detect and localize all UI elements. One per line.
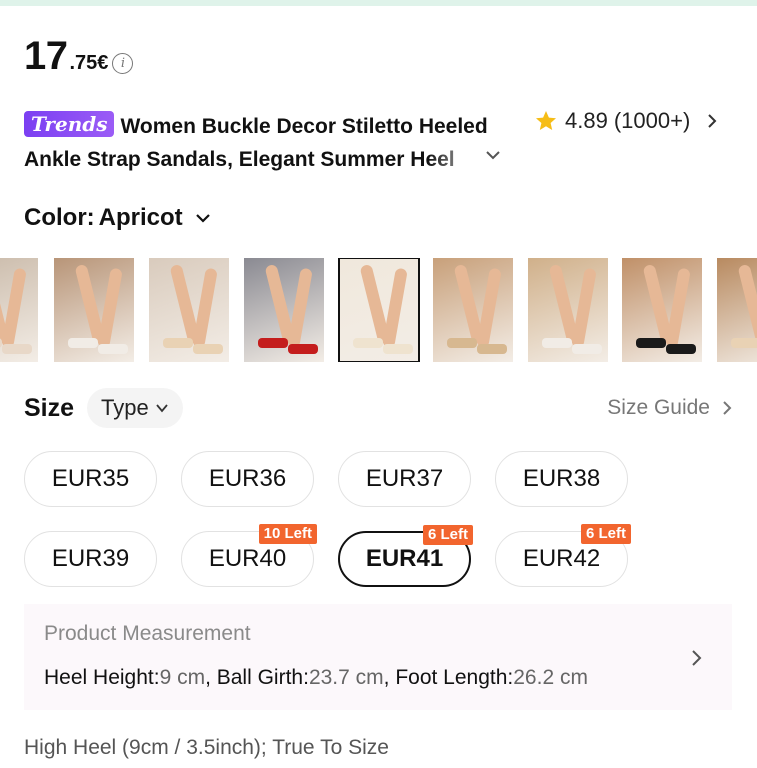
trends-badge: Trends	[24, 111, 115, 137]
chevron-right-icon	[692, 650, 702, 666]
size-option-label: EUR37	[365, 465, 444, 492]
thumb-7[interactable]	[528, 258, 608, 362]
sandal-shape	[68, 338, 98, 348]
size-header: Size Type Size Guide	[24, 388, 734, 428]
size-option-eur42[interactable]: EUR42 6 Left	[495, 524, 631, 587]
size-guide-label: Size Guide	[607, 396, 710, 419]
price-integer: 17	[24, 34, 68, 78]
ball-girth-label: Ball Girth:	[216, 666, 309, 689]
color-label: Color:	[24, 204, 95, 231]
leg-shape	[571, 267, 597, 349]
type-label: Type	[101, 395, 149, 420]
thumb-4[interactable]	[244, 258, 324, 362]
color-selector[interactable]: Color: Apricot	[24, 204, 213, 232]
price-decimal: .75€	[69, 52, 109, 74]
sandal-shape	[98, 344, 128, 354]
size-label: Size	[24, 393, 75, 422]
sandal-shape	[2, 344, 32, 354]
leg-shape	[287, 267, 313, 349]
sandal-shape	[477, 344, 507, 354]
leg-shape	[382, 267, 408, 349]
size-option-eur41[interactable]: EUR41 6 Left	[338, 525, 473, 587]
sandal-shape	[572, 344, 602, 354]
foot-length-value: 26.2 cm	[513, 666, 588, 689]
sandal-shape	[447, 338, 477, 348]
chevron-down-icon[interactable]	[484, 146, 502, 164]
rating[interactable]: 4.89 (1000+)	[534, 108, 720, 134]
thumb-9[interactable]	[717, 258, 757, 362]
heel-note: High Heel (9cm / 3.5inch); True To Size	[24, 736, 389, 759]
size-option-eur38[interactable]: EUR38	[495, 451, 628, 507]
leg-shape	[192, 267, 218, 349]
size-option-label: EUR42	[522, 545, 601, 572]
ball-girth-value: 23.7 cm	[308, 666, 384, 689]
chevron-right-icon	[723, 401, 732, 415]
stock-badge: 6 Left	[580, 524, 631, 544]
heel-height-label: Heel Height:	[44, 666, 160, 689]
info-icon[interactable]: i	[112, 53, 134, 74]
size-option-eur40[interactable]: EUR40 10 Left	[181, 524, 317, 587]
sandal-shape	[353, 338, 383, 348]
leg-shape	[97, 267, 123, 349]
leg-shape	[737, 263, 757, 345]
thumb-2[interactable]	[54, 258, 134, 362]
thumb-6[interactable]	[433, 258, 513, 362]
leg-shape	[665, 267, 691, 349]
rating-score: 4.89	[565, 108, 608, 133]
measurement-title: Product Measurement	[44, 622, 251, 645]
sandal-shape	[666, 344, 696, 354]
price: 17 .75€ i	[24, 34, 134, 79]
sandal-shape	[383, 344, 413, 354]
color-value: Apricot	[98, 204, 183, 231]
size-option-label: EUR41	[365, 545, 444, 572]
leg-shape	[1, 267, 27, 349]
foot-length-label: Foot Length:	[395, 666, 514, 689]
thumb-1[interactable]	[0, 258, 38, 362]
chevron-right-icon	[708, 114, 717, 128]
sandal-shape	[636, 338, 666, 348]
thumb-5[interactable]	[338, 258, 420, 362]
sandal-shape	[542, 338, 572, 348]
sandal-shape	[193, 344, 223, 354]
chevron-down-icon	[195, 214, 210, 223]
color-thumbnails	[0, 258, 757, 362]
star-icon	[536, 111, 556, 130]
size-option-label: EUR35	[51, 465, 130, 492]
heel-height-value: 9 cm	[159, 666, 206, 689]
sandal-shape	[258, 338, 288, 348]
size-option-label: EUR36	[208, 465, 287, 492]
product-title[interactable]: Trends Women Buckle Decor Stiletto Heeled…	[24, 110, 514, 176]
sandal-shape	[288, 344, 318, 354]
size-option-label: EUR38	[522, 465, 601, 492]
rating-count: (1000+)	[613, 108, 691, 133]
size-option-eur36[interactable]: EUR36	[181, 451, 314, 507]
sandal-shape	[163, 338, 193, 348]
size-option-label: EUR39	[51, 545, 130, 572]
stock-badge: 10 Left	[258, 524, 317, 544]
top-strip	[0, 0, 757, 6]
product-measurement[interactable]: Product Measurement Heel Height:9 cm, Ba…	[24, 604, 732, 710]
size-option-eur37[interactable]: EUR37	[338, 451, 471, 507]
thumb-3[interactable]	[149, 258, 229, 362]
type-dropdown[interactable]: Type	[87, 388, 183, 428]
leg-shape	[476, 267, 502, 349]
size-option-label: EUR40	[208, 545, 287, 572]
size-option-eur39[interactable]: EUR39	[24, 531, 157, 587]
size-guide-link[interactable]: Size Guide	[607, 396, 734, 420]
stock-badge: 6 Left	[422, 525, 473, 545]
chevron-down-icon	[156, 404, 168, 413]
measurement-values: Heel Height:9 cm, Ball Girth:23.7 cm, Fo…	[44, 666, 588, 689]
size-option-eur35[interactable]: EUR35	[24, 451, 157, 507]
sandal-shape	[731, 338, 757, 348]
thumb-8[interactable]	[622, 258, 702, 362]
